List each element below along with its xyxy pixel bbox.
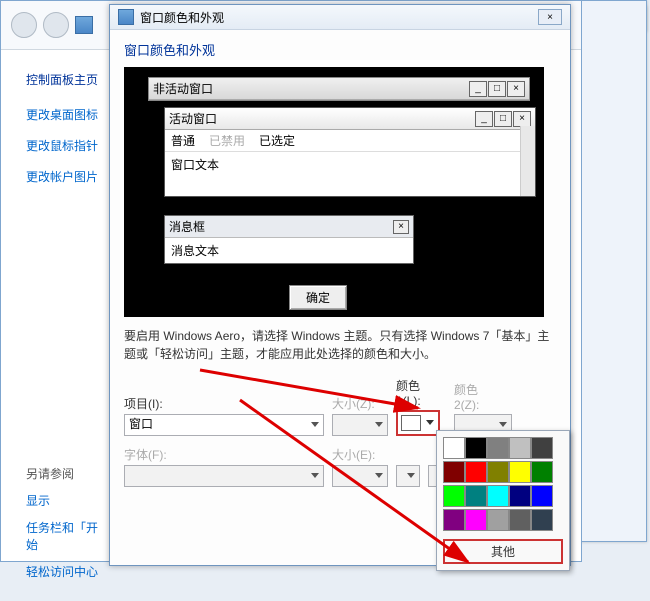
preview-ok-button: 确定 (289, 285, 347, 310)
preview-window-text: 窗口文本 (165, 152, 535, 196)
palette-color[interactable] (465, 437, 487, 459)
palette-color[interactable] (509, 461, 531, 483)
item-label: 项目(I): (124, 395, 324, 412)
palette-color[interactable] (443, 485, 465, 507)
palette-color[interactable] (465, 509, 487, 531)
palette-color[interactable] (465, 485, 487, 507)
palette-color[interactable] (509, 437, 531, 459)
forward-button[interactable] (43, 12, 69, 38)
color1-button[interactable] (396, 410, 440, 436)
dialog-icon (118, 9, 134, 25)
sidebar-mouse-pointers[interactable]: 更改鼠标指针 (26, 137, 106, 154)
palette-color[interactable] (465, 461, 487, 483)
item-select[interactable]: 窗口 (124, 414, 324, 436)
close-icon: × (393, 220, 409, 234)
inactive-window-title: 非活动窗口 (153, 80, 213, 97)
menu-normal: 普通 (171, 132, 195, 149)
active-window-title: 活动窗口 (169, 110, 217, 127)
menu-disabled: 已禁用 (209, 132, 245, 149)
menu-selected: 已选定 (259, 132, 295, 149)
sidebar-desktop-icons[interactable]: 更改桌面图标 (26, 106, 106, 123)
size-select (332, 414, 388, 436)
preview-scrollbar (520, 126, 535, 196)
palette-color[interactable] (509, 509, 531, 531)
maximize-icon: □ (494, 111, 512, 127)
control-panel-icon (75, 16, 93, 34)
back-button[interactable] (11, 12, 37, 38)
preview-active-window: 活动窗口 _ □ × 普通 已禁用 已选定 窗口文本 (164, 107, 536, 197)
aux-window-2 (575, 0, 647, 542)
preview-menubar: 普通 已禁用 已选定 (165, 130, 535, 152)
section-heading: 窗口颜色和外观 (124, 40, 556, 59)
minimize-icon: _ (469, 81, 487, 97)
fontsize-select (332, 465, 388, 487)
preview-area: 非活动窗口 _ □ × 活动窗口 _ □ × (124, 67, 544, 317)
info-text: 要启用 Windows Aero，请选择 Windows 主题。只有选择 Win… (124, 327, 556, 363)
fontsize-label: 大小(E): (332, 446, 388, 463)
palette-other-button[interactable]: 其他 (443, 539, 563, 564)
see-also-display[interactable]: 显示 (26, 492, 106, 509)
sidebar-nav: 控制面板主页 更改桌面图标 更改鼠标指针 更改帐户图片 另请参阅 显示 任务栏和… (26, 71, 106, 580)
see-also-ease[interactable]: 轻松访问中心 (26, 563, 106, 580)
msgbox-title-text: 消息框 (169, 218, 205, 235)
dialog-close-button[interactable]: × (538, 9, 562, 25)
maximize-icon: □ (488, 81, 506, 97)
color-palette-popup: 其他 (436, 430, 570, 571)
palette-color[interactable] (531, 509, 553, 531)
close-icon: × (513, 111, 531, 127)
palette-color[interactable] (487, 509, 509, 531)
palette-color[interactable] (487, 485, 509, 507)
preview-inactive-window: 非活动窗口 _ □ × (148, 77, 530, 101)
minimize-icon: _ (475, 111, 493, 127)
msgbox-text: 消息文本 (165, 238, 413, 263)
palette-color[interactable] (487, 437, 509, 459)
see-also-label: 另请参阅 (26, 465, 106, 482)
sidebar-account-picture[interactable]: 更改帐户图片 (26, 168, 106, 185)
palette-color[interactable] (443, 509, 465, 531)
see-also-taskbar[interactable]: 任务栏和「开始 (26, 519, 106, 553)
palette-color[interactable] (443, 461, 465, 483)
palette-color[interactable] (509, 485, 531, 507)
palette-color[interactable] (531, 461, 553, 483)
palette-color[interactable] (531, 437, 553, 459)
palette-color[interactable] (531, 485, 553, 507)
preview-messagebox: 消息框 × 消息文本 (164, 215, 414, 264)
close-icon: × (507, 81, 525, 97)
font-label: 字体(F): (124, 446, 324, 463)
dialog-titlebar: 窗口颜色和外观 × (110, 5, 570, 30)
sidebar-home[interactable]: 控制面板主页 (26, 71, 106, 88)
color1-label: 颜色 1(L): (396, 377, 446, 408)
size-label: 大小(Z): (332, 395, 388, 412)
palette-color[interactable] (487, 461, 509, 483)
font-select (124, 465, 324, 487)
bold-button (396, 465, 420, 487)
color2-label: 颜色 2(Z): (454, 381, 504, 412)
palette-color[interactable] (443, 437, 465, 459)
dialog-title-text: 窗口颜色和外观 (140, 9, 224, 26)
